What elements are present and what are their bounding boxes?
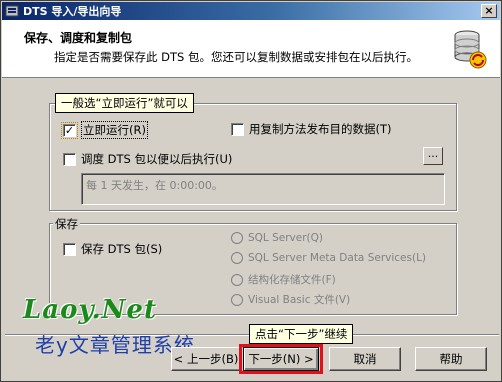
run-now-checkbox[interactable]: ✓ 立即运行(R) <box>61 121 148 139</box>
save-dts-label: 保存 DTS 包(S) <box>81 242 163 256</box>
schedule-description-field[interactable]: 每 1 天发生，在 0:00:00。 <box>81 173 445 205</box>
radio-structured-storage-label: 结构化存储文件(F) <box>248 274 336 286</box>
save-dts-checkbox[interactable]: 保存 DTS 包(S) <box>63 241 162 257</box>
radio-circle <box>231 273 243 286</box>
replicate-label: 用复制方法发布目的数据(T) <box>249 122 392 136</box>
page-subtitle: 指定是否需要保存此 DTS 包。您还可以复制数据或安排包在以后执行。 <box>54 50 418 64</box>
radio-circle <box>231 293 243 306</box>
radio-meta-data-services-label: SQL Server Meta Data Services(L) <box>248 252 427 264</box>
next-button[interactable]: 下一步(N) > <box>243 347 319 371</box>
wizard-window: DTS 导入/导出向导 × 保存、调度和复制包 指定是否需要保存此 DTS 包。… <box>0 0 502 382</box>
save-legend: 保存 <box>53 216 80 232</box>
radio-sql-server[interactable]: SQL Server(Q) <box>231 232 323 244</box>
radio-circle <box>231 252 243 264</box>
title-bar[interactable]: DTS 导入/导出向导 × <box>2 2 500 20</box>
replicate-checkbox[interactable]: 用复制方法发布目的数据(T) <box>231 121 392 137</box>
help-button[interactable]: 帮助 <box>415 347 487 371</box>
radio-visual-basic[interactable]: Visual Basic 文件(V) <box>231 292 350 307</box>
schedule-checkbox[interactable]: 调度 DTS 包以便以后执行(U) <box>63 151 232 167</box>
radio-structured-storage[interactable]: 结构化存储文件(F) <box>231 272 336 287</box>
cancel-button[interactable]: 取消 <box>329 347 401 371</box>
schedule-browse-button[interactable]: ... <box>423 147 443 165</box>
database-icon <box>444 26 490 72</box>
dts-app-icon <box>5 4 19 18</box>
run-now-label: 立即运行(R) <box>81 121 148 139</box>
schedule-label: 调度 DTS 包以便以后执行(U) <box>81 152 233 166</box>
radio-meta-data-services[interactable]: SQL Server Meta Data Services(L) <box>231 252 426 264</box>
window-title: DTS 导入/导出向导 <box>23 5 122 18</box>
checkbox-box <box>231 122 244 136</box>
checkbox-box <box>63 152 76 166</box>
tooltip-next-hint: 点击“下一步”继续 <box>249 324 354 344</box>
page-title: 保存、调度和复制包 <box>24 31 133 45</box>
watermark-logo-text: Laoy.Net <box>23 295 157 325</box>
tooltip-run-now-hint: 一般选“立即运行”就可以 <box>55 93 194 113</box>
checkbox-box <box>63 242 76 256</box>
radio-circle <box>231 232 243 244</box>
back-button[interactable]: < 上一步(B) <box>171 347 241 371</box>
close-icon[interactable]: × <box>481 4 497 18</box>
wizard-header: 保存、调度和复制包 指定是否需要保存此 DTS 包。您还可以复制数据或安排包在以… <box>2 20 500 78</box>
radio-sql-server-label: SQL Server(Q) <box>248 232 324 244</box>
checkmark-icon: ✓ <box>61 121 78 139</box>
radio-visual-basic-label: Visual Basic 文件(V) <box>248 294 351 306</box>
